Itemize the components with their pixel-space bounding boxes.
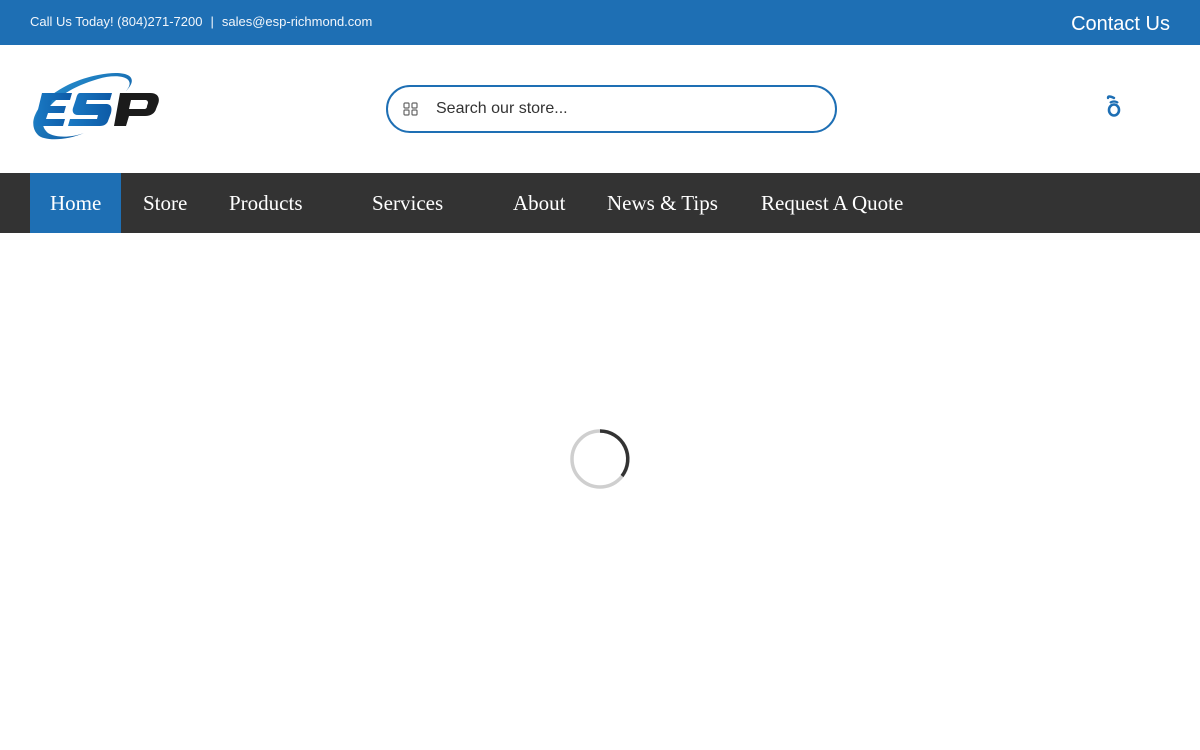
grid-icon[interactable] — [403, 101, 419, 117]
nav-item-home[interactable]: Home — [30, 173, 122, 233]
top-bar: Call Us Today! (804)271-7200 | sales@esp-r… — [0, 0, 1200, 45]
contact-separator: | — [210, 14, 214, 29]
nav-item-news-tips[interactable]: News & Tips — [587, 173, 738, 233]
main-content — [0, 233, 1200, 750]
contact-us-link[interactable]: Contact Us — [1071, 13, 1170, 36]
nav-item-request-quote[interactable]: Request A Quote — [741, 173, 923, 233]
search-bar — [386, 85, 837, 133]
loading-spinner-icon — [569, 428, 631, 490]
cart-icon[interactable] — [1104, 95, 1124, 121]
phone-link[interactable]: Call Us Today! (804)271-7200 — [30, 14, 202, 29]
contact-line: Call Us Today! (804)271-7200 | sales@esp-r… — [30, 14, 372, 29]
nav-item-products[interactable]: Products — [209, 173, 323, 233]
search-input[interactable] — [436, 97, 816, 121]
nav-item-store[interactable]: Store — [123, 173, 207, 233]
nav-item-about[interactable]: About — [493, 173, 586, 233]
esp-logo[interactable] — [28, 69, 162, 143]
email-link[interactable]: sales@esp-richmond.com — [222, 14, 372, 29]
nav-item-services[interactable]: Services — [352, 173, 463, 233]
site-header — [0, 45, 1200, 173]
esp-logo-graphic — [33, 72, 159, 140]
main-navigation: Home Store Products Services About News … — [0, 173, 1200, 233]
